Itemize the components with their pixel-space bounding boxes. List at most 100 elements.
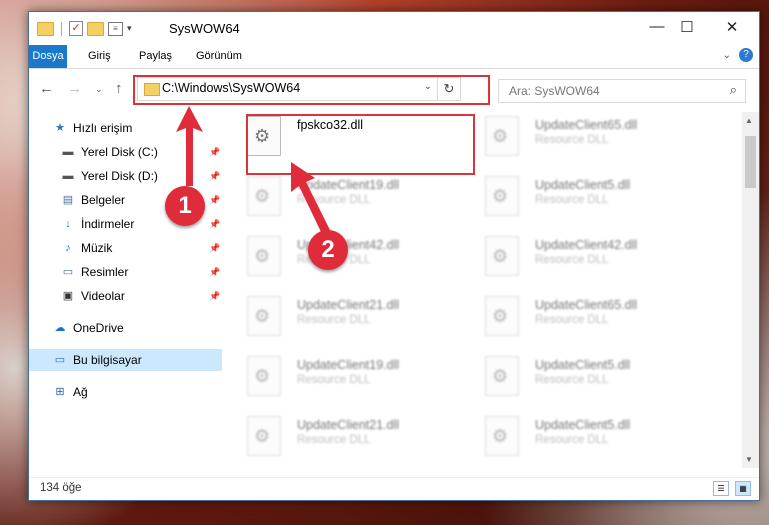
file-name: UpdateClient19.dll <box>297 358 400 372</box>
toolbar-separator <box>61 21 62 36</box>
step-marker-2: 2 <box>308 230 348 270</box>
video-icon: ▣ <box>62 290 74 302</box>
file-name: UpdateClient5.dll <box>535 418 631 432</box>
minimize-button[interactable]: — <box>642 18 672 35</box>
file-name: UpdateClient21.dll <box>297 298 400 312</box>
sidebar-item-label: Hızlı erişim <box>73 121 133 135</box>
tab-view[interactable]: Görünüm <box>187 45 251 68</box>
sidebar-item-label: Belgeler <box>81 193 126 207</box>
new-folder-icon[interactable] <box>87 21 104 36</box>
file-item[interactable]: UpdateClient42.dll Resource DLL <box>463 232 693 282</box>
properties-icon[interactable]: ≡ <box>108 21 123 36</box>
dll-file-icon <box>247 296 281 336</box>
vertical-scrollbar[interactable]: ▲ ▼ <box>742 112 759 468</box>
ribbon-tabs: Dosya Giriş Paylaş Görünüm ⌄ ? <box>29 45 759 69</box>
file-item[interactable]: UpdateClient65.dll Resource DLL <box>463 292 693 342</box>
file-name: UpdateClient5.dll <box>535 178 631 192</box>
navigation-pane: ★ Hızlı erişim ▬ Yerel Disk (C:) 📌 ▬ Yer… <box>29 112 222 462</box>
address-highlight-box <box>133 75 490 105</box>
expand-ribbon-icon[interactable]: ⌄ <box>723 50 731 61</box>
tab-home[interactable]: Giriş <box>79 45 120 68</box>
pin-icon[interactable]: 📌 <box>209 219 220 230</box>
sidebar-item-label: Bu bilgisayar <box>73 353 142 367</box>
help-icon[interactable]: ? <box>739 48 753 62</box>
sidebar-item-label: İndirmeler <box>81 217 135 231</box>
file-item[interactable]: UpdateClient5.dll Resource DLL <box>463 412 693 462</box>
file-type: Resource DLL <box>535 314 609 326</box>
sidebar-item-onedrive[interactable]: ☁ OneDrive <box>53 317 246 339</box>
tab-share[interactable]: Paylaş <box>130 45 181 68</box>
sidebar-item-label: Yerel Disk (C:) <box>81 145 158 159</box>
file-name: UpdateClient65.dll <box>535 118 638 132</box>
dll-file-icon <box>247 356 281 396</box>
file-type: Resource DLL <box>535 374 609 386</box>
search-placeholder[interactable]: Ara: SysWOW64 <box>509 84 600 98</box>
sidebar-item-label: Videolar <box>81 289 125 303</box>
file-item[interactable]: UpdateClient5.dll Resource DLL <box>463 352 693 402</box>
title-bar: ✓ ≡ ▾ SysWOW64 — ☐ ✕ <box>29 12 759 45</box>
back-arrow-icon[interactable]: ← <box>39 80 54 97</box>
pin-icon[interactable]: 📌 <box>209 147 220 158</box>
maximize-button[interactable]: ☐ <box>672 18 702 36</box>
item-count: 134 öğe <box>40 482 82 494</box>
folder-icon[interactable] <box>37 21 54 36</box>
computer-icon: ▭ <box>54 354 66 366</box>
tab-file[interactable]: Dosya <box>29 45 67 68</box>
dll-file-icon <box>485 176 519 216</box>
file-item[interactable]: UpdateClient19.dll Resource DLL <box>225 352 455 402</box>
scroll-down-icon[interactable]: ▼ <box>745 455 753 464</box>
forward-arrow-icon[interactable]: → <box>67 80 82 97</box>
step-marker-1: 1 <box>165 186 205 226</box>
customize-toolbar-icon[interactable]: ▾ <box>127 23 132 34</box>
file-type: Resource DLL <box>297 314 371 326</box>
file-type: Resource DLL <box>535 134 609 146</box>
pin-icon[interactable]: 📌 <box>209 267 220 278</box>
file-type: Resource DLL <box>535 254 609 266</box>
sidebar-item-label: Müzik <box>81 241 113 255</box>
large-icons-view-icon[interactable]: ▦ <box>735 481 751 496</box>
dll-file-icon <box>485 416 519 456</box>
file-name: UpdateClient5.dll <box>535 358 631 372</box>
sidebar-item-network[interactable]: ⊞ Ağ <box>53 381 246 403</box>
file-item[interactable]: UpdateClient21.dll Resource DLL <box>225 292 455 342</box>
scroll-thumb[interactable] <box>745 136 756 188</box>
properties-check-icon[interactable]: ✓ <box>69 21 83 36</box>
file-highlight-box <box>246 114 475 175</box>
scroll-up-icon[interactable]: ▲ <box>745 116 753 125</box>
sidebar-item-quick-access[interactable]: ★ Hızlı erişim <box>53 117 246 139</box>
star-icon: ★ <box>55 122 65 134</box>
file-name: UpdateClient21.dll <box>297 418 400 432</box>
search-box[interactable]: Ara: SysWOW64 ⌕ <box>498 79 746 103</box>
sidebar-item-label: OneDrive <box>73 321 124 335</box>
file-type: Resource DLL <box>297 374 371 386</box>
file-item[interactable]: UpdateClient19.dll Resource DLL <box>225 172 455 222</box>
file-name: UpdateClient19.dll <box>297 178 400 192</box>
file-type: Resource DLL <box>297 194 371 206</box>
file-item[interactable]: UpdateClient5.dll Resource DLL <box>463 172 693 222</box>
pin-icon[interactable]: 📌 <box>209 243 220 254</box>
file-name: UpdateClient42.dll <box>535 238 638 252</box>
status-bar: 134 öğe ☰ ▦ <box>29 477 759 500</box>
drive-icon: ▬ <box>62 146 74 158</box>
download-icon: ↓ <box>65 218 71 230</box>
dll-file-icon <box>485 356 519 396</box>
file-item[interactable]: UpdateClient65.dll Resource DLL <box>463 112 693 162</box>
network-icon: ⊞ <box>55 386 65 398</box>
sidebar-item-label: Resimler <box>81 265 129 279</box>
documents-icon: ▤ <box>62 194 74 206</box>
pin-icon[interactable]: 📌 <box>209 195 220 206</box>
close-button[interactable]: ✕ <box>717 18 747 36</box>
dll-file-icon <box>485 116 519 156</box>
recent-locations-icon[interactable]: ⌄ <box>95 84 103 95</box>
pin-icon[interactable]: 📌 <box>209 291 220 302</box>
dll-file-icon <box>485 296 519 336</box>
pin-icon[interactable]: 📌 <box>209 171 220 182</box>
details-view-icon[interactable]: ☰ <box>713 481 729 496</box>
up-arrow-icon[interactable]: ↑ <box>115 80 123 97</box>
sidebar-item-this-pc[interactable]: ▭ Bu bilgisayar <box>29 349 222 371</box>
file-type: Resource DLL <box>297 434 371 446</box>
file-item[interactable]: UpdateClient21.dll Resource DLL <box>225 412 455 462</box>
file-type: Resource DLL <box>535 434 609 446</box>
dll-file-icon <box>485 236 519 276</box>
search-icon[interactable]: ⌕ <box>730 82 737 98</box>
